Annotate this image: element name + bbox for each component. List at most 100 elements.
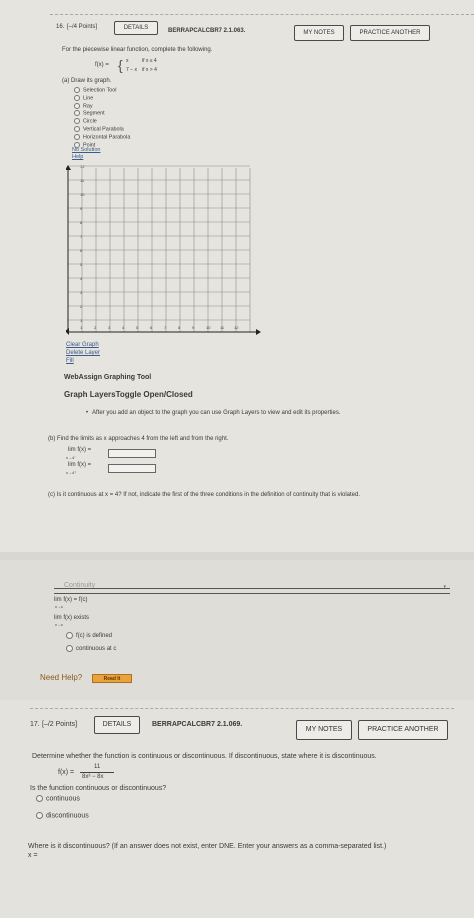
y-tick-label: 5 xyxy=(80,262,83,267)
q17-opt-discontinuous[interactable]: discontinuous xyxy=(36,812,89,819)
y-tick-label: 3 xyxy=(80,290,83,295)
y-tick-label: 4 xyxy=(80,276,83,281)
cond2-subscript: x→c xyxy=(55,622,63,627)
q17-x-label: x = xyxy=(28,852,38,859)
y-tick-label: 1 xyxy=(80,318,83,323)
lim-left-label: lim f(x) = xyxy=(68,447,92,453)
brace-symbol: { xyxy=(118,57,123,73)
lim-left-input[interactable] xyxy=(108,449,156,458)
x-axis-arrow-right xyxy=(256,329,261,335)
tool-ray[interactable]: Ray xyxy=(74,102,130,111)
cond1-option[interactable]: lim f(x) = f(c) xyxy=(54,597,88,603)
x-tick-label: 11 xyxy=(220,325,225,330)
q16-my-notes-button[interactable]: MY NOTES xyxy=(294,25,344,41)
q16-points: [–/4 Points] xyxy=(67,24,98,30)
q17-where: Where is it discontinuous? (If an answer… xyxy=(28,843,387,850)
lim-right-input[interactable] xyxy=(108,464,156,473)
q17-question: Is the function continuous or discontinu… xyxy=(30,785,167,792)
read-it-button[interactable]: Read It xyxy=(92,674,132,683)
q16-instruction: For the piecewise linear function, compl… xyxy=(62,47,213,53)
graph-canvas[interactable]: 121110987654321 1 2 3 4 5 6 7 8 9 10 11 12 xyxy=(66,164,262,344)
cond3-option[interactable]: f(c) is defined xyxy=(66,632,112,639)
fraction-bar xyxy=(80,772,114,773)
x-tick-label: 10 xyxy=(206,325,211,330)
tool-line[interactable]: Line xyxy=(74,94,130,103)
cond4-option[interactable]: continuous at c xyxy=(66,645,116,652)
y-tick-label: 8 xyxy=(80,220,83,225)
y-tick-label: 12 xyxy=(80,164,85,169)
graph-layers-toggle[interactable]: Graph LayersToggle Open/Closed xyxy=(64,390,193,399)
lim-left-subscript: x→4⁻ xyxy=(66,455,77,460)
divider xyxy=(30,708,454,709)
delete-layer-link[interactable]: Delete Layer xyxy=(66,350,100,356)
q17-opt-continuous[interactable]: continuous xyxy=(36,795,80,802)
dropdown-border xyxy=(54,588,450,589)
q16-piece2-expr: 7 − x xyxy=(126,67,137,73)
cond2-option[interactable]: lim f(x) exists xyxy=(54,615,89,621)
x-tick-label: 4 xyxy=(122,325,125,330)
lim-right-subscript: x→4⁺ xyxy=(66,470,77,475)
y-tick-label: 11 xyxy=(80,178,85,183)
x-tick-label: 3 xyxy=(108,325,111,330)
layers-note: After you add an object to the graph you… xyxy=(92,410,341,416)
tool-vertical-parabola[interactable]: Vertical Parabola xyxy=(74,126,130,134)
chevron-down-icon: ▾ xyxy=(443,584,446,590)
cond1-subscript: x→c xyxy=(55,604,63,609)
y-tick-label: 9 xyxy=(80,206,83,211)
q17-my-notes-button[interactable]: MY NOTES xyxy=(296,720,352,740)
continuity-dropdown-panel: Continuity ▾ lim f(x) = f(c) x→c lim f(x… xyxy=(0,560,474,700)
q16-part-a: (a) Draw its graph. xyxy=(62,78,112,84)
y-tick-label: 10 xyxy=(80,192,85,197)
q17-practice-another-button[interactable]: PRACTICE ANOTHER xyxy=(358,720,448,740)
x-tick-label: 2 xyxy=(94,325,97,330)
q16-part-b: (b) Find the limits as x approaches 4 fr… xyxy=(48,436,229,442)
help-link[interactable]: Help xyxy=(72,154,83,160)
q16-details-button[interactable]: DETAILS xyxy=(114,21,158,35)
q16-piece1-cond: if x ≤ 4 xyxy=(142,58,157,64)
need-help-label: Need Help? xyxy=(40,673,83,682)
q17-number: 17. xyxy=(30,721,40,728)
q17-instruction: Determine whether the function is contin… xyxy=(32,753,377,760)
x-tick-label: 8 xyxy=(178,325,181,330)
x-tick-label: 6 xyxy=(150,325,153,330)
q17-denominator: 8x³ − 8x xyxy=(82,774,104,780)
tool-circle[interactable]: Circle xyxy=(74,118,130,126)
tool-selection[interactable]: Selection Tool xyxy=(74,87,130,95)
q17-func-lhs: f(x) = xyxy=(58,769,75,776)
y-tick-labels: 12 11 10 9 8 7 6 5 4 3 2 1 xyxy=(80,164,85,323)
y-tick-label: 7 xyxy=(80,234,83,239)
x-tick-labels: 1 2 3 4 5 6 7 8 9 10 11 12 xyxy=(80,325,239,330)
q16-piece1-expr: x xyxy=(126,58,129,64)
x-tick-label: 9 xyxy=(192,325,195,330)
y-tick-label: 6 xyxy=(80,248,83,253)
q16-piece2-cond: if x > 4 xyxy=(142,67,157,73)
clear-graph-link[interactable]: Clear Graph xyxy=(66,342,99,348)
q16-number: 16. xyxy=(56,24,65,30)
q17-code: BERRAPCALCBR7 2.1.069. xyxy=(152,721,243,728)
x-tick-label: 7 xyxy=(164,325,167,330)
q17-details-button[interactable]: DETAILS xyxy=(94,716,140,734)
grid xyxy=(68,165,251,332)
divider xyxy=(50,14,474,15)
tool-horizontal-parabola[interactable]: Horizontal Parabola xyxy=(74,133,130,142)
graphing-tool-title: WebAssign Graphing Tool xyxy=(64,374,152,381)
fill-link[interactable]: Fill xyxy=(66,358,74,364)
q16-code: BERRAPCALCBR7 2.1.063. xyxy=(168,28,246,34)
x-tick-label: 5 xyxy=(136,325,139,330)
lim-right-label: lim f(x) = xyxy=(68,462,92,468)
x-tick-label: 12 xyxy=(234,325,239,330)
no-solution-link[interactable]: No Solution xyxy=(72,147,100,153)
x-tick-label: 1 xyxy=(80,325,83,330)
q16-part-c: (c) Is it continuous at x = 4? If not, i… xyxy=(48,492,361,498)
q16-func-lhs: f(x) = xyxy=(95,62,109,68)
tool-segment[interactable]: Segment xyxy=(74,110,130,118)
y-tick-label: 2 xyxy=(80,304,83,309)
question-17-panel: 17. [–/2 Points] DETAILS BERRAPCALCBR7 2… xyxy=(0,700,474,918)
graph-tool-list: Selection Tool Line Ray Segment Circle V… xyxy=(74,87,130,150)
continuity-dropdown[interactable]: Continuity ▾ xyxy=(54,580,450,594)
q17-points: [–/2 Points] xyxy=(42,721,78,728)
q17-numerator: 11 xyxy=(94,764,101,770)
question-16-panel: 16. [–/4 Points] DETAILS BERRAPCALCBR7 2… xyxy=(0,0,474,552)
layers-note-bullet: • xyxy=(86,410,89,416)
q16-practice-another-button[interactable]: PRACTICE ANOTHER xyxy=(350,25,430,41)
